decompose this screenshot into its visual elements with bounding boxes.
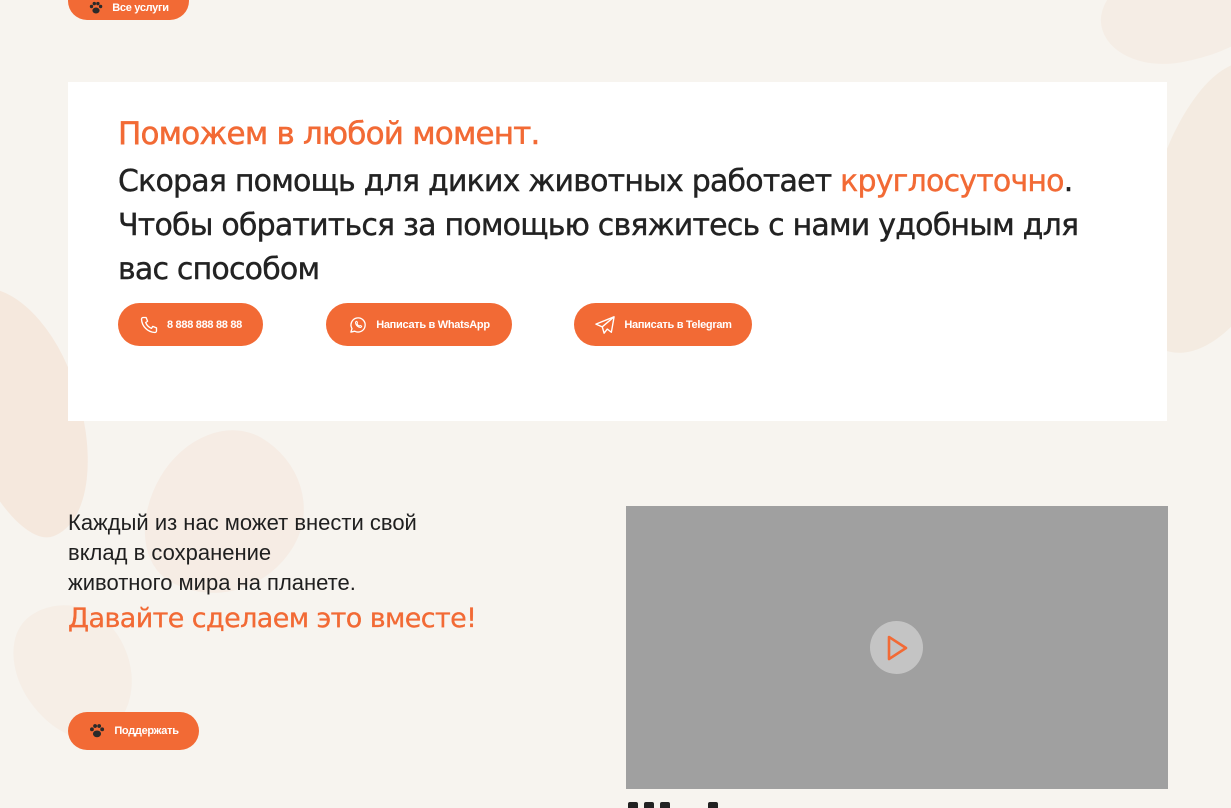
phone-number-label: 8 888 888 88 88 xyxy=(166,318,243,331)
play-button[interactable] xyxy=(870,621,923,674)
video-caption-cutoff xyxy=(626,798,746,808)
video-player[interactable] xyxy=(626,506,1168,789)
support-description: Каждый из нас может внести свой вклад в … xyxy=(68,508,548,598)
telegram-button[interactable]: Написать в Telegram xyxy=(574,303,752,346)
support-call-to-action: Давайте сделаем это вместе! xyxy=(68,603,477,634)
support-button-label: Поддержать xyxy=(114,725,179,737)
help-text-accent: круглосуточно xyxy=(840,164,1065,199)
help-title: Поможем в любой момент. xyxy=(118,116,541,153)
support-button[interactable]: Поддержать xyxy=(68,712,199,750)
whatsapp-button[interactable]: Написать в WhatsApp xyxy=(326,303,512,346)
whatsapp-button-label: Написать в WhatsApp xyxy=(376,318,490,331)
play-icon xyxy=(887,635,907,660)
help-text-part1: Скорая помощь для диких животных работае… xyxy=(118,164,841,199)
whatsapp-icon xyxy=(350,316,367,333)
support-line: Каждый из нас может внести свой xyxy=(68,510,417,535)
phone-icon xyxy=(140,316,158,333)
telegram-icon xyxy=(595,315,616,334)
paw-icon xyxy=(90,1,103,13)
all-services-button-label: Все услуги xyxy=(112,1,169,14)
telegram-button-label: Написать в Telegram xyxy=(624,318,732,331)
paw-icon xyxy=(90,724,105,738)
all-services-button[interactable]: Все услуги xyxy=(68,0,189,20)
phone-call-button[interactable]: 8 888 888 88 88 xyxy=(118,303,263,346)
emergency-help-card: Поможем в любой момент. Скорая помощь дл… xyxy=(68,82,1167,421)
support-line: животного мира на планете. xyxy=(68,570,356,595)
support-line: вклад в сохранение xyxy=(68,540,272,565)
help-description: Скорая помощь для диких животных работае… xyxy=(118,160,1128,292)
background-brush-blob xyxy=(1092,0,1231,75)
